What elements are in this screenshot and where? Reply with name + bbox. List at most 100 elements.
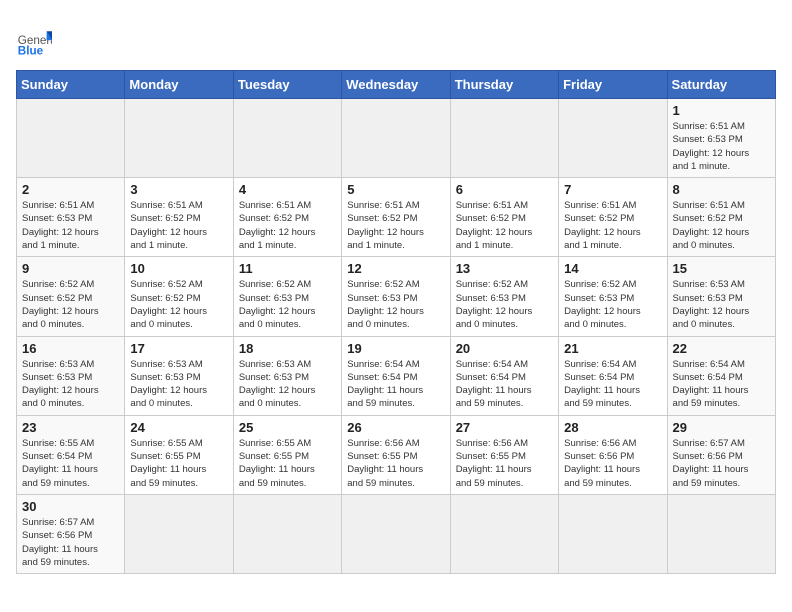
calendar-cell: 12 Sunrise: 6:52 AM Sunset: 6:53 PM Dayli…	[342, 257, 450, 336]
day-number: 25	[239, 420, 336, 435]
day-info: Sunrise: 6:55 AM Sunset: 6:55 PM Dayligh…	[239, 437, 336, 490]
calendar-cell	[17, 99, 125, 178]
calendar-cell: 11 Sunrise: 6:52 AM Sunset: 6:53 PM Dayli…	[233, 257, 341, 336]
day-info: Sunrise: 6:53 AM Sunset: 6:53 PM Dayligh…	[22, 358, 119, 411]
calendar-week-row: 2 Sunrise: 6:51 AM Sunset: 6:53 PM Daylig…	[17, 178, 776, 257]
day-info: Sunrise: 6:57 AM Sunset: 6:56 PM Dayligh…	[22, 516, 119, 569]
day-number: 11	[239, 261, 336, 276]
calendar-cell	[559, 99, 667, 178]
column-header-friday: Friday	[559, 71, 667, 99]
calendar-cell: 15Sunrise: 6:53 AM Sunset: 6:53 PM Dayli…	[667, 257, 775, 336]
calendar-cell: 19 Sunrise: 6:54 AM Sunset: 6:54 PM Dayli…	[342, 336, 450, 415]
day-number: 30	[22, 499, 119, 514]
calendar-cell: 14 Sunrise: 6:52 AM Sunset: 6:53 PM Dayli…	[559, 257, 667, 336]
calendar-cell: 18 Sunrise: 6:53 AM Sunset: 6:53 PM Dayli…	[233, 336, 341, 415]
calendar-cell: 10Sunrise: 6:52 AM Sunset: 6:52 PM Dayli…	[125, 257, 233, 336]
calendar-cell	[450, 99, 558, 178]
day-number: 20	[456, 341, 553, 356]
day-number: 22	[673, 341, 770, 356]
calendar-cell: 27 Sunrise: 6:56 AM Sunset: 6:55 PM Dayli…	[450, 415, 558, 494]
calendar-cell: 1 Sunrise: 6:51 AM Sunset: 6:53 PM Daylig…	[667, 99, 775, 178]
day-number: 29	[673, 420, 770, 435]
calendar-cell: 25 Sunrise: 6:55 AM Sunset: 6:55 PM Dayli…	[233, 415, 341, 494]
day-number: 28	[564, 420, 661, 435]
day-number: 8	[673, 182, 770, 197]
day-number: 3	[130, 182, 227, 197]
day-info: Sunrise: 6:55 AM Sunset: 6:54 PM Dayligh…	[22, 437, 119, 490]
column-header-wednesday: Wednesday	[342, 71, 450, 99]
column-header-thursday: Thursday	[450, 71, 558, 99]
calendar-cell: 2 Sunrise: 6:51 AM Sunset: 6:53 PM Daylig…	[17, 178, 125, 257]
day-number: 19	[347, 341, 444, 356]
day-info: Sunrise: 6:52 AM Sunset: 6:53 PM Dayligh…	[347, 278, 444, 331]
calendar-cell	[450, 494, 558, 573]
day-info: Sunrise: 6:53 AM Sunset: 6:53 PM Dayligh…	[130, 358, 227, 411]
column-header-sunday: Sunday	[17, 71, 125, 99]
day-number: 4	[239, 182, 336, 197]
day-info: Sunrise: 6:56 AM Sunset: 6:55 PM Dayligh…	[347, 437, 444, 490]
day-info: Sunrise: 6:51 AM Sunset: 6:52 PM Dayligh…	[239, 199, 336, 252]
calendar-cell	[342, 494, 450, 573]
calendar-cell: 22 Sunrise: 6:54 AM Sunset: 6:54 PM Dayli…	[667, 336, 775, 415]
calendar-cell: 17 Sunrise: 6:53 AM Sunset: 6:53 PM Dayli…	[125, 336, 233, 415]
column-header-saturday: Saturday	[667, 71, 775, 99]
calendar-cell: 30 Sunrise: 6:57 AM Sunset: 6:56 PM Dayli…	[17, 494, 125, 573]
day-number: 5	[347, 182, 444, 197]
day-info: Sunrise: 6:51 AM Sunset: 6:52 PM Dayligh…	[456, 199, 553, 252]
day-info: Sunrise: 6:54 AM Sunset: 6:54 PM Dayligh…	[347, 358, 444, 411]
calendar-cell: 8 Sunrise: 6:51 AM Sunset: 6:52 PM Daylig…	[667, 178, 775, 257]
day-info: Sunrise: 6:52 AM Sunset: 6:52 PM Dayligh…	[130, 278, 227, 331]
logo-icon: General Blue	[16, 24, 52, 60]
day-number: 18	[239, 341, 336, 356]
day-number: 2	[22, 182, 119, 197]
calendar-week-row: 9Sunrise: 6:52 AM Sunset: 6:52 PM Daylig…	[17, 257, 776, 336]
day-info: Sunrise: 6:52 AM Sunset: 6:53 PM Dayligh…	[456, 278, 553, 331]
day-info: Sunrise: 6:52 AM Sunset: 6:53 PM Dayligh…	[564, 278, 661, 331]
calendar-cell: 16Sunrise: 6:53 AM Sunset: 6:53 PM Dayli…	[17, 336, 125, 415]
column-header-tuesday: Tuesday	[233, 71, 341, 99]
calendar-cell: 26 Sunrise: 6:56 AM Sunset: 6:55 PM Dayli…	[342, 415, 450, 494]
day-info: Sunrise: 6:51 AM Sunset: 6:53 PM Dayligh…	[22, 199, 119, 252]
day-number: 12	[347, 261, 444, 276]
calendar-cell: 4 Sunrise: 6:51 AM Sunset: 6:52 PM Daylig…	[233, 178, 341, 257]
day-info: Sunrise: 6:53 AM Sunset: 6:53 PM Dayligh…	[673, 278, 770, 331]
calendar-cell: 6 Sunrise: 6:51 AM Sunset: 6:52 PM Daylig…	[450, 178, 558, 257]
calendar-cell	[233, 494, 341, 573]
calendar-cell: 20Sunrise: 6:54 AM Sunset: 6:54 PM Dayli…	[450, 336, 558, 415]
calendar-cell: 23 Sunrise: 6:55 AM Sunset: 6:54 PM Dayli…	[17, 415, 125, 494]
day-info: Sunrise: 6:56 AM Sunset: 6:56 PM Dayligh…	[564, 437, 661, 490]
calendar-header-row: SundayMondayTuesdayWednesdayThursdayFrid…	[17, 71, 776, 99]
calendar-cell	[667, 494, 775, 573]
day-info: Sunrise: 6:51 AM Sunset: 6:52 PM Dayligh…	[673, 199, 770, 252]
calendar-cell: 21Sunrise: 6:54 AM Sunset: 6:54 PM Dayli…	[559, 336, 667, 415]
calendar-cell: 7Sunrise: 6:51 AM Sunset: 6:52 PM Daylig…	[559, 178, 667, 257]
calendar-week-row: 30 Sunrise: 6:57 AM Sunset: 6:56 PM Dayli…	[17, 494, 776, 573]
logo: General Blue	[16, 24, 52, 60]
svg-text:Blue: Blue	[18, 45, 44, 58]
day-number: 6	[456, 182, 553, 197]
day-info: Sunrise: 6:54 AM Sunset: 6:54 PM Dayligh…	[673, 358, 770, 411]
calendar-cell: 28 Sunrise: 6:56 AM Sunset: 6:56 PM Dayli…	[559, 415, 667, 494]
day-number: 13	[456, 261, 553, 276]
day-info: Sunrise: 6:51 AM Sunset: 6:52 PM Dayligh…	[347, 199, 444, 252]
day-number: 1	[673, 103, 770, 118]
day-info: Sunrise: 6:51 AM Sunset: 6:53 PM Dayligh…	[673, 120, 770, 173]
day-info: Sunrise: 6:56 AM Sunset: 6:55 PM Dayligh…	[456, 437, 553, 490]
calendar-cell: 29Sunrise: 6:57 AM Sunset: 6:56 PM Dayli…	[667, 415, 775, 494]
day-number: 14	[564, 261, 661, 276]
calendar-week-row: 1 Sunrise: 6:51 AM Sunset: 6:53 PM Daylig…	[17, 99, 776, 178]
calendar-cell	[342, 99, 450, 178]
day-number: 17	[130, 341, 227, 356]
calendar-cell: 24Sunrise: 6:55 AM Sunset: 6:55 PM Dayli…	[125, 415, 233, 494]
calendar-week-row: 16Sunrise: 6:53 AM Sunset: 6:53 PM Dayli…	[17, 336, 776, 415]
day-info: Sunrise: 6:53 AM Sunset: 6:53 PM Dayligh…	[239, 358, 336, 411]
day-info: Sunrise: 6:55 AM Sunset: 6:55 PM Dayligh…	[130, 437, 227, 490]
day-number: 27	[456, 420, 553, 435]
day-number: 26	[347, 420, 444, 435]
calendar-cell	[233, 99, 341, 178]
calendar-week-row: 23 Sunrise: 6:55 AM Sunset: 6:54 PM Dayli…	[17, 415, 776, 494]
day-number: 23	[22, 420, 119, 435]
day-info: Sunrise: 6:51 AM Sunset: 6:52 PM Dayligh…	[564, 199, 661, 252]
day-info: Sunrise: 6:52 AM Sunset: 6:53 PM Dayligh…	[239, 278, 336, 331]
page-header: General Blue	[16, 16, 776, 60]
